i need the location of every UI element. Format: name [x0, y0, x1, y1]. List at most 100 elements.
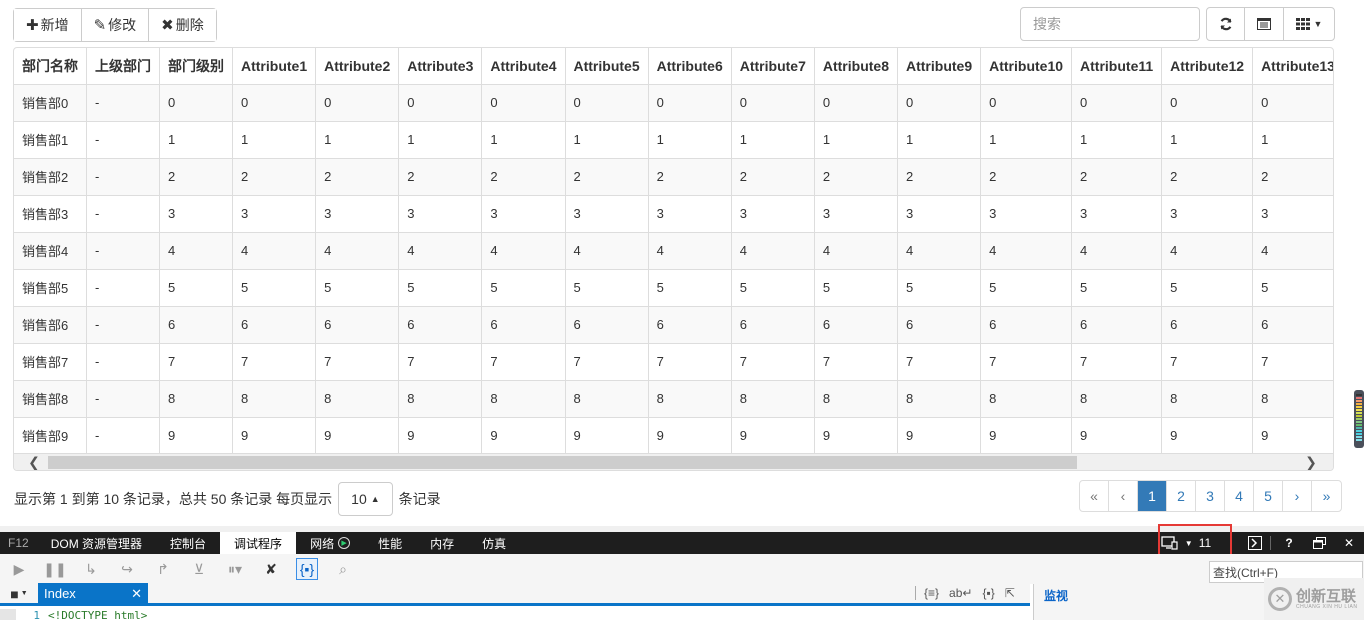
column-header[interactable]: Attribute3 [398, 48, 483, 85]
column-header[interactable]: Attribute4 [481, 48, 566, 85]
page-3-button[interactable]: 3 [1196, 481, 1225, 511]
table-row[interactable]: 销售部3-3 3 3 3 3 3 3 3 3 3 3 3 3 3 [14, 195, 1333, 233]
open-document-button[interactable]: ■ ▼ [0, 586, 38, 602]
edit-button[interactable]: ✎ 修改 [81, 9, 150, 41]
help-icon[interactable]: ? [1274, 532, 1304, 554]
devtools-tab[interactable]: 控制台 [156, 532, 220, 554]
table-cell: 6 [731, 306, 815, 344]
next-page-button[interactable]: › [1283, 481, 1312, 511]
first-page-button[interactable]: « [1080, 481, 1109, 511]
table-row[interactable]: 销售部5-5 5 5 5 5 5 5 5 5 5 5 5 5 5 [14, 269, 1333, 307]
close-icon[interactable]: ✕ [1334, 532, 1364, 554]
column-header[interactable]: Attribute10 [980, 48, 1073, 85]
code-gutter [0, 609, 16, 620]
devtools-tab-label: 控制台 [170, 536, 207, 551]
devtools-tab[interactable]: 内存 [416, 532, 468, 554]
table-row[interactable]: 销售部6-6 6 6 6 6 6 6 6 6 6 6 6 6 6 [14, 306, 1333, 344]
refresh-button[interactable] [1207, 8, 1245, 40]
pause-icon[interactable]: ❚❚ [43, 558, 66, 580]
meter-bar [1356, 403, 1362, 405]
step-into-icon[interactable]: ↳ [80, 558, 102, 580]
table-cell: 6 [648, 306, 732, 344]
file-tab-bar: ■ ▼ Index ✕ [0, 582, 1030, 606]
code-line: <!DOCTYPE html> [48, 609, 148, 620]
just-my-code-icon[interactable]: {▪} [296, 558, 318, 580]
column-header[interactable]: Attribute7 [731, 48, 815, 85]
table-row[interactable]: 销售部0-0 0 0 0 0 0 0 0 0 0 0 0 0 0 [14, 84, 1333, 122]
find-source-icon[interactable]: ⌕ [332, 558, 354, 580]
search-input[interactable]: 搜索 [1020, 7, 1200, 41]
column-header[interactable]: Attribute8 [814, 48, 899, 85]
word-wrap-icon[interactable]: ab↵ [949, 586, 972, 600]
column-header[interactable]: 部门名称 [14, 48, 87, 85]
file-tab-index[interactable]: Index ✕ [38, 582, 148, 605]
table-row[interactable]: 销售部9-9 9 9 9 9 9 9 9 9 9 9 9 9 9 [14, 417, 1333, 455]
column-header[interactable]: Attribute12 [1161, 48, 1254, 85]
column-header[interactable]: 上级部门 [86, 48, 160, 85]
horizontal-scrollbar[interactable]: ❮ ❯ [14, 453, 1333, 470]
disconnect-icon[interactable]: ✘ [260, 558, 282, 580]
toggle-view-button[interactable] [1245, 8, 1284, 40]
toolbar: ✚ 新增 ✎ 修改 ✖ 删除 [13, 8, 217, 42]
table-row[interactable]: 销售部4-4 4 4 4 4 4 4 4 4 4 4 4 4 4 [14, 232, 1333, 270]
source-map-icon[interactable]: ⇱ [1005, 586, 1015, 600]
column-header[interactable]: Attribute2 [315, 48, 400, 85]
scroll-right-icon[interactable]: ❯ [1301, 454, 1321, 470]
table-cell: 1 [731, 121, 815, 159]
page-size-dropdown[interactable]: 10 ▲ [338, 482, 393, 516]
table-cell: 2 [814, 158, 899, 196]
table-row[interactable]: 销售部2-2 2 2 2 2 2 2 2 2 2 2 2 2 2 [14, 158, 1333, 196]
table-cell: 5 [814, 269, 899, 307]
page-4-button[interactable]: 4 [1225, 481, 1254, 511]
column-header[interactable]: Attribute13 [1252, 48, 1333, 85]
page-1-button[interactable]: 1 [1138, 481, 1167, 511]
code-editor[interactable]: 1 <!DOCTYPE html> [0, 609, 1030, 620]
just-my-code-file-icon[interactable]: {▪} [982, 586, 994, 600]
column-header[interactable]: Attribute6 [648, 48, 732, 85]
table-cell: 7 [731, 343, 815, 381]
column-header[interactable]: Attribute1 [232, 48, 317, 85]
table-cell: 8 [159, 380, 233, 418]
column-header[interactable]: Attribute9 [897, 48, 982, 85]
watermark-logo-icon: ✕ [1268, 587, 1292, 611]
step-out-icon[interactable]: ↱ [152, 558, 174, 580]
scrollbar-thumb[interactable] [48, 456, 1077, 469]
column-header[interactable]: Attribute5 [565, 48, 649, 85]
devtools-tab-label: 内存 [430, 536, 455, 551]
table-row[interactable]: 销售部8-8 8 8 8 8 8 8 8 8 8 8 8 8 8 [14, 380, 1333, 418]
devtools-tab[interactable]: DOM 资源管理器 [37, 532, 156, 554]
close-tab-icon[interactable]: ✕ [131, 586, 142, 602]
column-header[interactable]: 部门级别 [159, 48, 233, 85]
table-cell: 5 [1071, 269, 1163, 307]
add-button[interactable]: ✚ 新增 [14, 9, 82, 41]
page-5-button[interactable]: 5 [1254, 481, 1283, 511]
scroll-left-icon[interactable]: ❮ [24, 454, 44, 470]
columns-dropdown-button[interactable]: ▼ [1284, 8, 1334, 40]
continue-icon[interactable]: ▶ [8, 558, 30, 580]
undock-icon[interactable] [1304, 532, 1334, 554]
table-row[interactable]: 销售部7-7 7 7 7 7 7 7 7 7 7 7 7 7 7 [14, 343, 1333, 381]
devtools-tab[interactable]: 仿真 [468, 532, 520, 554]
table-cell: 6 [232, 306, 317, 344]
table-cell: 2 [1252, 158, 1333, 196]
watch-title[interactable]: 监视 [1044, 587, 1068, 604]
meter-bar [1356, 409, 1362, 411]
page-2-button[interactable]: 2 [1167, 481, 1196, 511]
console-button[interactable] [1240, 532, 1270, 554]
table-cell: 3 [731, 195, 815, 233]
table-cell: 销售部6 [14, 306, 87, 344]
table-row[interactable]: 销售部1-1 1 1 1 1 1 1 1 1 1 1 1 1 1 [14, 121, 1333, 159]
last-page-button[interactable]: » [1312, 481, 1341, 511]
exception-behavior-icon[interactable]: ⏸▾ [224, 558, 246, 580]
devtools-tab[interactable]: 网络 ▶ [296, 532, 364, 554]
step-over-icon[interactable]: ↪ [116, 558, 138, 580]
table-cell: 7 [814, 343, 899, 381]
devtools-tab[interactable]: 性能 [364, 532, 416, 554]
column-header[interactable]: Attribute11 [1071, 48, 1163, 85]
prev-page-button[interactable]: ‹ [1109, 481, 1138, 511]
pretty-print-icon[interactable]: {≡} [924, 586, 939, 600]
delete-button[interactable]: ✖ 删除 [149, 9, 216, 41]
break-on-new-worker-icon[interactable]: ⊻ [188, 558, 210, 580]
devtools-tab[interactable]: 调试程序 [220, 532, 297, 554]
table-cell: 8 [398, 380, 483, 418]
